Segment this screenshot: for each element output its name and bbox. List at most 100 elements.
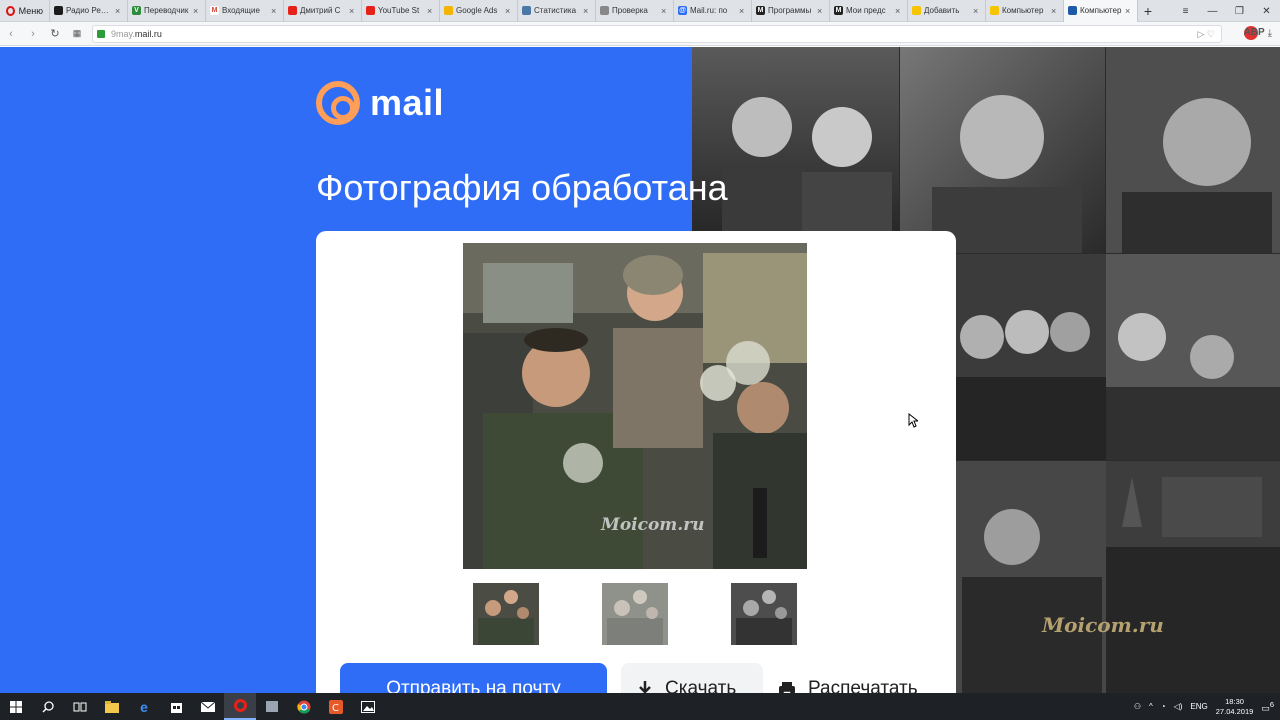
store-icon[interactable] bbox=[160, 693, 192, 720]
mail-app-icon[interactable] bbox=[192, 693, 224, 720]
tab-favicon-icon: V bbox=[132, 6, 141, 15]
tab-close-icon[interactable]: × bbox=[193, 6, 201, 16]
camtasia-icon[interactable]: C bbox=[320, 693, 352, 720]
clock-time: 18:30 bbox=[1225, 696, 1244, 706]
browser-tab[interactable]: Проверка × bbox=[596, 0, 674, 22]
volume-icon[interactable]: ◁) bbox=[1174, 702, 1183, 711]
tab-favicon-icon bbox=[54, 6, 63, 15]
search-icon[interactable] bbox=[32, 693, 64, 720]
downloads-icon[interactable]: ⤓ bbox=[1268, 28, 1272, 39]
url-domain: mail.ru bbox=[134, 29, 162, 39]
browser-tab[interactable]: Статистика × bbox=[518, 0, 596, 22]
menu-label: Меню bbox=[18, 5, 43, 16]
url-input[interactable]: 9may. mail.ru ▷ ♡ bbox=[92, 25, 1222, 43]
forward-icon[interactable]: › bbox=[22, 28, 44, 40]
tab-title: Входящие bbox=[222, 6, 260, 15]
url-subdomain: 9may. bbox=[111, 29, 135, 39]
notifications-icon[interactable]: ▭6 bbox=[1261, 700, 1274, 714]
clock[interactable]: 18:30 27.04.2019 bbox=[1216, 697, 1254, 717]
svg-text:C: C bbox=[332, 703, 339, 714]
photos-icon[interactable] bbox=[352, 693, 384, 720]
tab-favicon-icon bbox=[288, 6, 297, 15]
back-icon[interactable]: ‹ bbox=[0, 28, 22, 40]
tab-close-icon[interactable]: × bbox=[349, 6, 357, 16]
network-icon[interactable]: ◔ bbox=[1161, 702, 1166, 711]
tab-favicon-icon bbox=[1068, 6, 1077, 15]
tab-menu-icon[interactable]: ≡ bbox=[1172, 6, 1199, 17]
close-window-icon[interactable]: ✕ bbox=[1253, 6, 1280, 17]
adblock-extension-icon[interactable]: ABP bbox=[1243, 26, 1265, 40]
language-indicator[interactable]: ENG bbox=[1190, 702, 1207, 711]
address-bar-row: ‹ › ↻ ▦ 9may. mail.ru ▷ ♡ ABP ⤓ bbox=[0, 22, 1280, 46]
thumbnail-color[interactable] bbox=[473, 583, 539, 645]
tab-close-icon[interactable]: × bbox=[739, 6, 747, 16]
printer-icon bbox=[779, 681, 795, 693]
task-view-icon[interactable] bbox=[64, 693, 96, 720]
speed-dial-icon[interactable]: ▦ bbox=[66, 28, 88, 39]
tab-close-icon[interactable]: × bbox=[661, 6, 669, 16]
logo-text: mail bbox=[370, 82, 445, 123]
file-explorer-icon[interactable] bbox=[96, 693, 128, 720]
tab-favicon-icon bbox=[522, 6, 531, 15]
browser-tab[interactable]: @ Mail.ru: по × bbox=[674, 0, 752, 22]
tab-close-icon[interactable]: × bbox=[1125, 6, 1133, 16]
tab-favicon-icon: M bbox=[834, 6, 843, 15]
collage-watermark: Moicom.ru bbox=[1041, 613, 1164, 637]
tab-favicon-icon: @ bbox=[678, 6, 687, 15]
opera-taskbar-icon[interactable] bbox=[224, 693, 256, 720]
browser-menu-button[interactable]: Меню bbox=[0, 0, 50, 22]
tab-close-icon[interactable]: × bbox=[583, 6, 591, 16]
page-viewport: Moicom.ru mail Фотография обработана Moi… bbox=[0, 47, 1280, 693]
browser-tab[interactable]: Радио Рекорд× bbox=[50, 0, 128, 22]
bookmark-heart-icon[interactable]: ▷ ♡ bbox=[1198, 29, 1216, 40]
maximize-icon[interactable]: ❐ bbox=[1226, 6, 1253, 17]
browser-tab[interactable]: Google Ads × bbox=[440, 0, 518, 22]
browser-tab[interactable]: M Мои предс × bbox=[830, 0, 908, 22]
new-tab-button[interactable]: + bbox=[1138, 3, 1158, 19]
at-sign-icon bbox=[316, 81, 360, 125]
notification-count: 6 bbox=[1269, 699, 1274, 709]
download-label: Скачать bbox=[665, 678, 737, 693]
chrome-icon[interactable] bbox=[288, 693, 320, 720]
send-to-email-button[interactable]: Отправить на почту bbox=[340, 663, 607, 693]
tab-close-icon[interactable]: × bbox=[505, 6, 513, 16]
people-icon[interactable]: ⚇ bbox=[1134, 702, 1141, 711]
tab-close-icon[interactable]: × bbox=[427, 6, 435, 16]
tab-title: Статистика bbox=[534, 6, 577, 15]
download-button[interactable]: Скачать bbox=[621, 663, 763, 693]
tab-close-icon[interactable]: × bbox=[895, 6, 903, 16]
processed-photo: Moicom.ru bbox=[463, 243, 807, 569]
tab-close-icon[interactable]: × bbox=[817, 6, 825, 16]
print-button[interactable]: Распечатать bbox=[778, 663, 918, 693]
reload-icon[interactable]: ↻ bbox=[44, 27, 66, 40]
browser-tab[interactable]: YouTube St × bbox=[362, 0, 440, 22]
browser-tab-strip: Меню Радио Рекорд×VПереводчик× M Входящие ×… bbox=[0, 0, 1280, 22]
browser-tab[interactable]: M Программы × bbox=[752, 0, 830, 22]
photo-watermark: Moicom.ru bbox=[601, 515, 705, 535]
tab-close-icon[interactable]: × bbox=[271, 6, 279, 16]
tab-close-icon[interactable]: × bbox=[115, 6, 123, 16]
thumbnail-bw[interactable] bbox=[731, 583, 797, 645]
mail-logo[interactable]: mail bbox=[316, 81, 444, 125]
secure-lock-icon bbox=[97, 30, 105, 38]
opera-logo-icon bbox=[6, 5, 15, 16]
minimize-icon[interactable]: — bbox=[1199, 6, 1226, 17]
tab-favicon-icon bbox=[912, 6, 921, 15]
browser-tab[interactable]: Дмитрий С × bbox=[284, 0, 362, 22]
system-tray: ⚇ ^ ◔ ◁) ENG 18:30 27.04.2019 ▭6 bbox=[1134, 693, 1280, 720]
browser-tab[interactable]: M Входящие × bbox=[206, 0, 284, 22]
tab-title: Mail.ru: по bbox=[690, 6, 728, 15]
edge-browser-icon[interactable]: e bbox=[128, 693, 160, 720]
browser-tab[interactable]: Компьютер × bbox=[1064, 0, 1138, 22]
tab-title: Программы bbox=[768, 6, 812, 15]
browser-tab[interactable]: V Переводчик × bbox=[128, 0, 206, 22]
start-button[interactable] bbox=[0, 693, 32, 720]
tab-close-icon[interactable]: × bbox=[1051, 6, 1059, 16]
browser-tab[interactable]: Добавить × bbox=[908, 0, 986, 22]
browser-tab[interactable]: Компьютер × bbox=[986, 0, 1064, 22]
app-icon-device[interactable] bbox=[256, 693, 288, 720]
thumbnail-faded[interactable] bbox=[602, 583, 668, 645]
windows-logo-icon bbox=[10, 700, 22, 713]
tray-arrow-icon[interactable]: ^ bbox=[1149, 702, 1153, 711]
tab-close-icon[interactable]: × bbox=[973, 6, 981, 16]
